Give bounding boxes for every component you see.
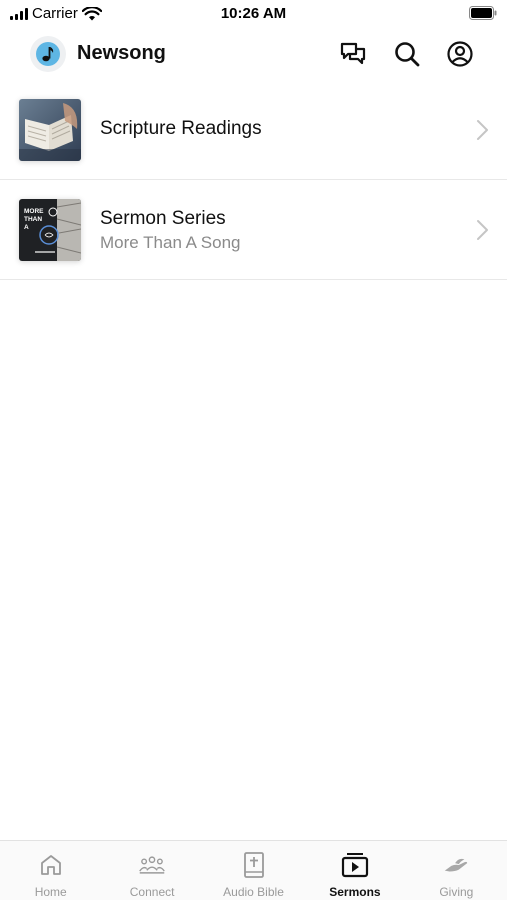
account-icon[interactable] [445,39,475,69]
list-item-scripture-readings[interactable]: Scripture Readings [0,80,507,180]
music-note-icon [36,42,60,66]
tab-audio-bible[interactable]: Audio Bible [203,841,304,900]
tab-label: Home [34,885,67,899]
cover-text: A [24,224,29,231]
tab-connect[interactable]: Connect [101,841,202,900]
content-list: Scripture Readings MORE THAN A Sermon Se… [0,80,507,280]
people-icon [138,851,166,879]
sermon-series-thumbnail: MORE THAN A [19,199,81,261]
giving-hand-icon [442,851,470,879]
tab-home[interactable]: Home [0,841,101,900]
scripture-readings-thumbnail [19,99,81,161]
chevron-right-icon [477,120,488,140]
tab-label: Giving [439,885,474,899]
bible-icon [240,851,268,879]
app-title: Newsong [77,42,166,64]
tab-giving[interactable]: Giving [406,841,507,900]
tab-label: Audio Bible [223,885,284,899]
tab-sermons[interactable]: Sermons [304,841,405,900]
tab-label: Connect [129,885,175,899]
play-video-icon [341,851,369,879]
list-item-sermon-series[interactable]: MORE THAN A Sermon Series More Than A So… [0,180,507,280]
chevron-right-icon [477,220,488,240]
item-subtitle: More Than A Song [100,233,241,252]
item-title: Sermon Series [100,208,226,229]
home-icon [37,851,65,879]
app-header: Newsong [0,32,507,76]
status-bar: Carrier 10:26 AM [0,0,507,28]
chat-icon[interactable] [338,39,368,69]
tab-label: Sermons [329,885,381,899]
status-time: 10:26 AM [220,5,287,22]
app-logo[interactable] [30,36,66,72]
battery-icon [469,6,497,20]
tab-bar: Home Connect Audio Bible Sermons Giving [0,840,507,900]
search-icon[interactable] [392,39,422,69]
item-title: Scripture Readings [100,118,262,139]
cover-text: THAN [24,216,42,223]
cover-text: MORE [24,208,44,215]
